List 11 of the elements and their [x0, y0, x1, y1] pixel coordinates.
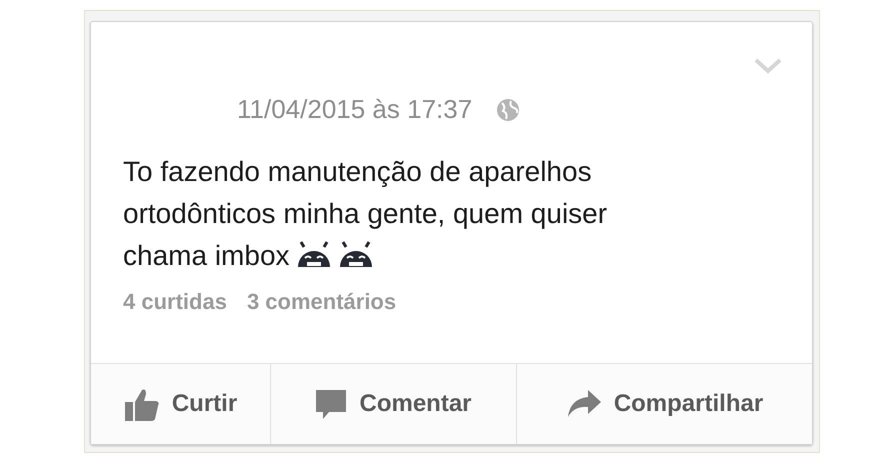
share-arrow-icon: [566, 389, 602, 419]
chevron-down-icon[interactable]: [754, 58, 782, 74]
post-text-line: ortodônticos minha gente, quem quiser: [123, 197, 608, 231]
speech-bubble-icon: [315, 388, 348, 420]
comment-button[interactable]: Comentar: [271, 364, 517, 444]
like-button[interactable]: Curtir: [91, 364, 271, 444]
share-button[interactable]: Compartilhar: [517, 364, 812, 444]
post-text-line: To fazendo manutenção de aparelhos: [123, 155, 593, 189]
globe-icon: [496, 98, 520, 122]
post-text-line: chama imbox: [123, 239, 290, 273]
post-timestamp[interactable]: 11/04/2015 às 17:37: [237, 94, 472, 125]
